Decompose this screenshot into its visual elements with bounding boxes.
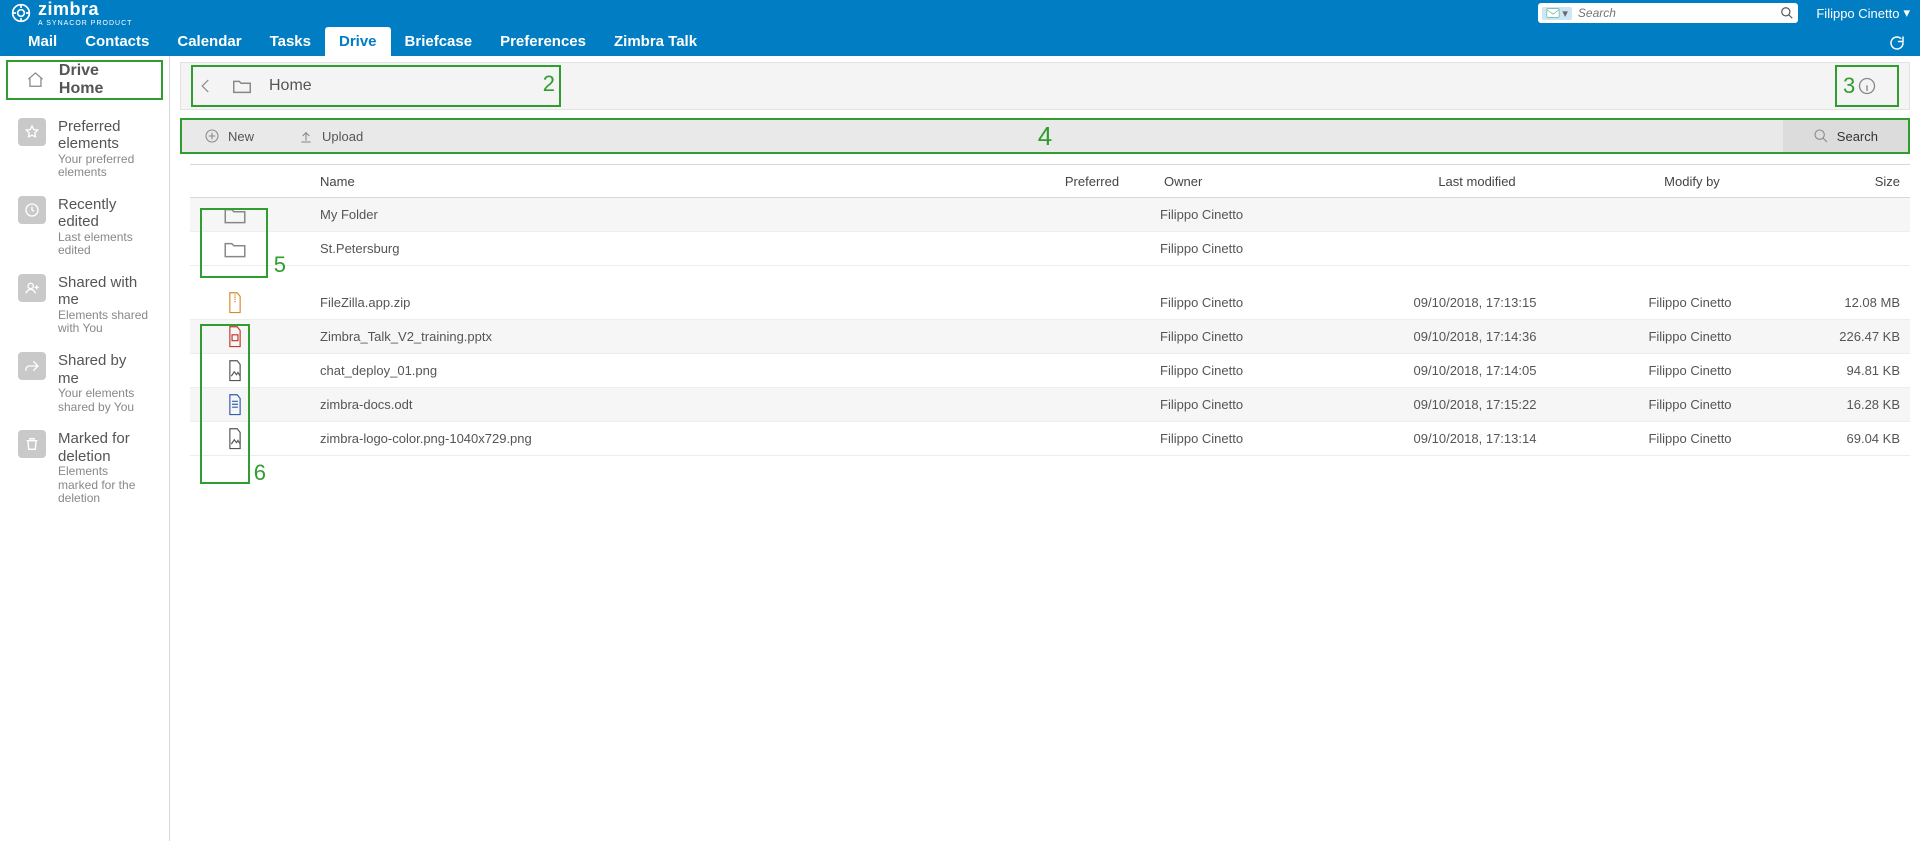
main-nav: MailContactsCalendarTasksDriveBriefcaseP…	[0, 26, 1920, 56]
sidebar: Drive Home Preferred elementsYour prefer…	[0, 56, 170, 841]
new-button[interactable]: New	[182, 120, 276, 152]
col-lastmod[interactable]: Last modified	[1360, 174, 1590, 189]
png2-file-icon	[190, 428, 280, 450]
col-modifyby[interactable]: Modify by	[1590, 174, 1790, 189]
breadcrumb-bar: Home 2 3	[180, 62, 1910, 110]
nav-tab-calendar[interactable]: Calendar	[163, 27, 255, 56]
nav-tab-mail[interactable]: Mail	[14, 27, 71, 56]
sidebar-item-shared-with-me[interactable]: Shared with meElements shared with You	[14, 266, 155, 344]
upload-icon	[298, 128, 314, 144]
col-preferred[interactable]: Preferred	[1020, 174, 1160, 189]
sidebar-item-recently-edited[interactable]: Recently editedLast elements edited	[14, 188, 155, 266]
drive-search-button[interactable]: Search	[1783, 120, 1908, 152]
upload-button[interactable]: Upload	[276, 120, 385, 152]
sidebar-title: Drive Home	[59, 62, 143, 98]
app-banner: zimbra A SYNACOR PRODUCT ▾ Filippo Cinet…	[0, 0, 1920, 56]
file-row[interactable]: chat_deploy_01.pngFilippo Cinetto09/10/2…	[190, 354, 1910, 388]
global-search[interactable]: ▾	[1538, 3, 1798, 23]
png-file-icon	[190, 360, 280, 382]
odt-file-icon	[190, 394, 280, 416]
main-content: Home 2 3 New Upload 4 Search	[170, 56, 1920, 841]
zip-file-icon	[190, 292, 280, 314]
nav-tab-tasks[interactable]: Tasks	[256, 27, 325, 56]
person-plus-icon	[18, 274, 46, 302]
trash-icon	[18, 430, 46, 458]
file-row[interactable]: Zimbra_Talk_V2_training.pptxFilippo Cine…	[190, 320, 1910, 354]
clock-icon	[18, 196, 46, 224]
annotation-3: 3	[1843, 73, 1855, 99]
file-row[interactable]: FileZilla.app.zipFilippo Cinetto09/10/20…	[190, 286, 1910, 320]
file-row[interactable]: zimbra-docs.odtFilippo Cinetto09/10/2018…	[190, 388, 1910, 422]
global-search-input[interactable]	[1572, 6, 1780, 20]
col-size[interactable]: Size	[1790, 174, 1910, 189]
annotation-2: 2	[543, 71, 555, 97]
table-header: Name Preferred Owner Last modified Modif…	[190, 164, 1910, 198]
info-icon[interactable]	[1857, 76, 1877, 96]
drive-toolbar: New Upload 4 Search	[180, 118, 1910, 154]
breadcrumb-path: Home	[269, 77, 312, 95]
search-icon[interactable]	[1780, 6, 1794, 20]
chevron-down-icon: ▾	[1903, 5, 1910, 21]
brand-logo: zimbra A SYNACOR PRODUCT	[10, 0, 132, 27]
folder-row[interactable]: St.PetersburgFilippo Cinetto	[190, 232, 1910, 266]
file-row[interactable]: zimbra-logo-color.png-1040x729.pngFilipp…	[190, 422, 1910, 456]
share-icon	[18, 352, 46, 380]
pptx-file-icon	[190, 326, 280, 348]
chevron-down-icon: ▾	[1562, 7, 1568, 20]
nav-tab-drive[interactable]: Drive	[325, 27, 391, 56]
sidebar-item-preferred-elements[interactable]: Preferred elementsYour preferred element…	[14, 110, 155, 188]
folder-open-icon	[231, 75, 253, 97]
brand-sub: A SYNACOR PRODUCT	[38, 20, 132, 27]
folder-icon	[190, 202, 280, 228]
col-owner[interactable]: Owner	[1160, 174, 1360, 189]
brand-name: zimbra	[38, 0, 99, 19]
nav-tab-briefcase[interactable]: Briefcase	[391, 27, 487, 56]
home-icon	[26, 70, 45, 90]
user-name: Filippo Cinetto	[1816, 6, 1899, 21]
sidebar-item-shared-by-me[interactable]: Shared by meYour elements shared by You	[14, 344, 155, 422]
folder-row[interactable]: My FolderFilippo Cinetto	[190, 198, 1910, 232]
sidebar-item-marked-for-deletion[interactable]: Marked for deletionElements marked for t…	[14, 422, 155, 514]
search-icon	[1813, 128, 1829, 144]
refresh-button[interactable]	[1874, 30, 1920, 56]
plus-circle-icon	[204, 128, 220, 144]
star-icon	[18, 118, 46, 146]
nav-tab-preferences[interactable]: Preferences	[486, 27, 600, 56]
back-icon[interactable]	[197, 77, 215, 95]
col-name[interactable]: Name	[280, 174, 1020, 189]
search-scope-chip[interactable]: ▾	[1542, 7, 1572, 20]
folder-icon	[190, 236, 280, 262]
nav-tab-contacts[interactable]: Contacts	[71, 27, 163, 56]
nav-tab-zimbra-talk[interactable]: Zimbra Talk	[600, 27, 711, 56]
user-menu[interactable]: Filippo Cinetto ▾	[1816, 5, 1910, 21]
annotation-4: 4	[1038, 121, 1052, 152]
sidebar-home[interactable]: Drive Home	[6, 60, 163, 100]
file-table: Name Preferred Owner Last modified Modif…	[190, 164, 1910, 456]
